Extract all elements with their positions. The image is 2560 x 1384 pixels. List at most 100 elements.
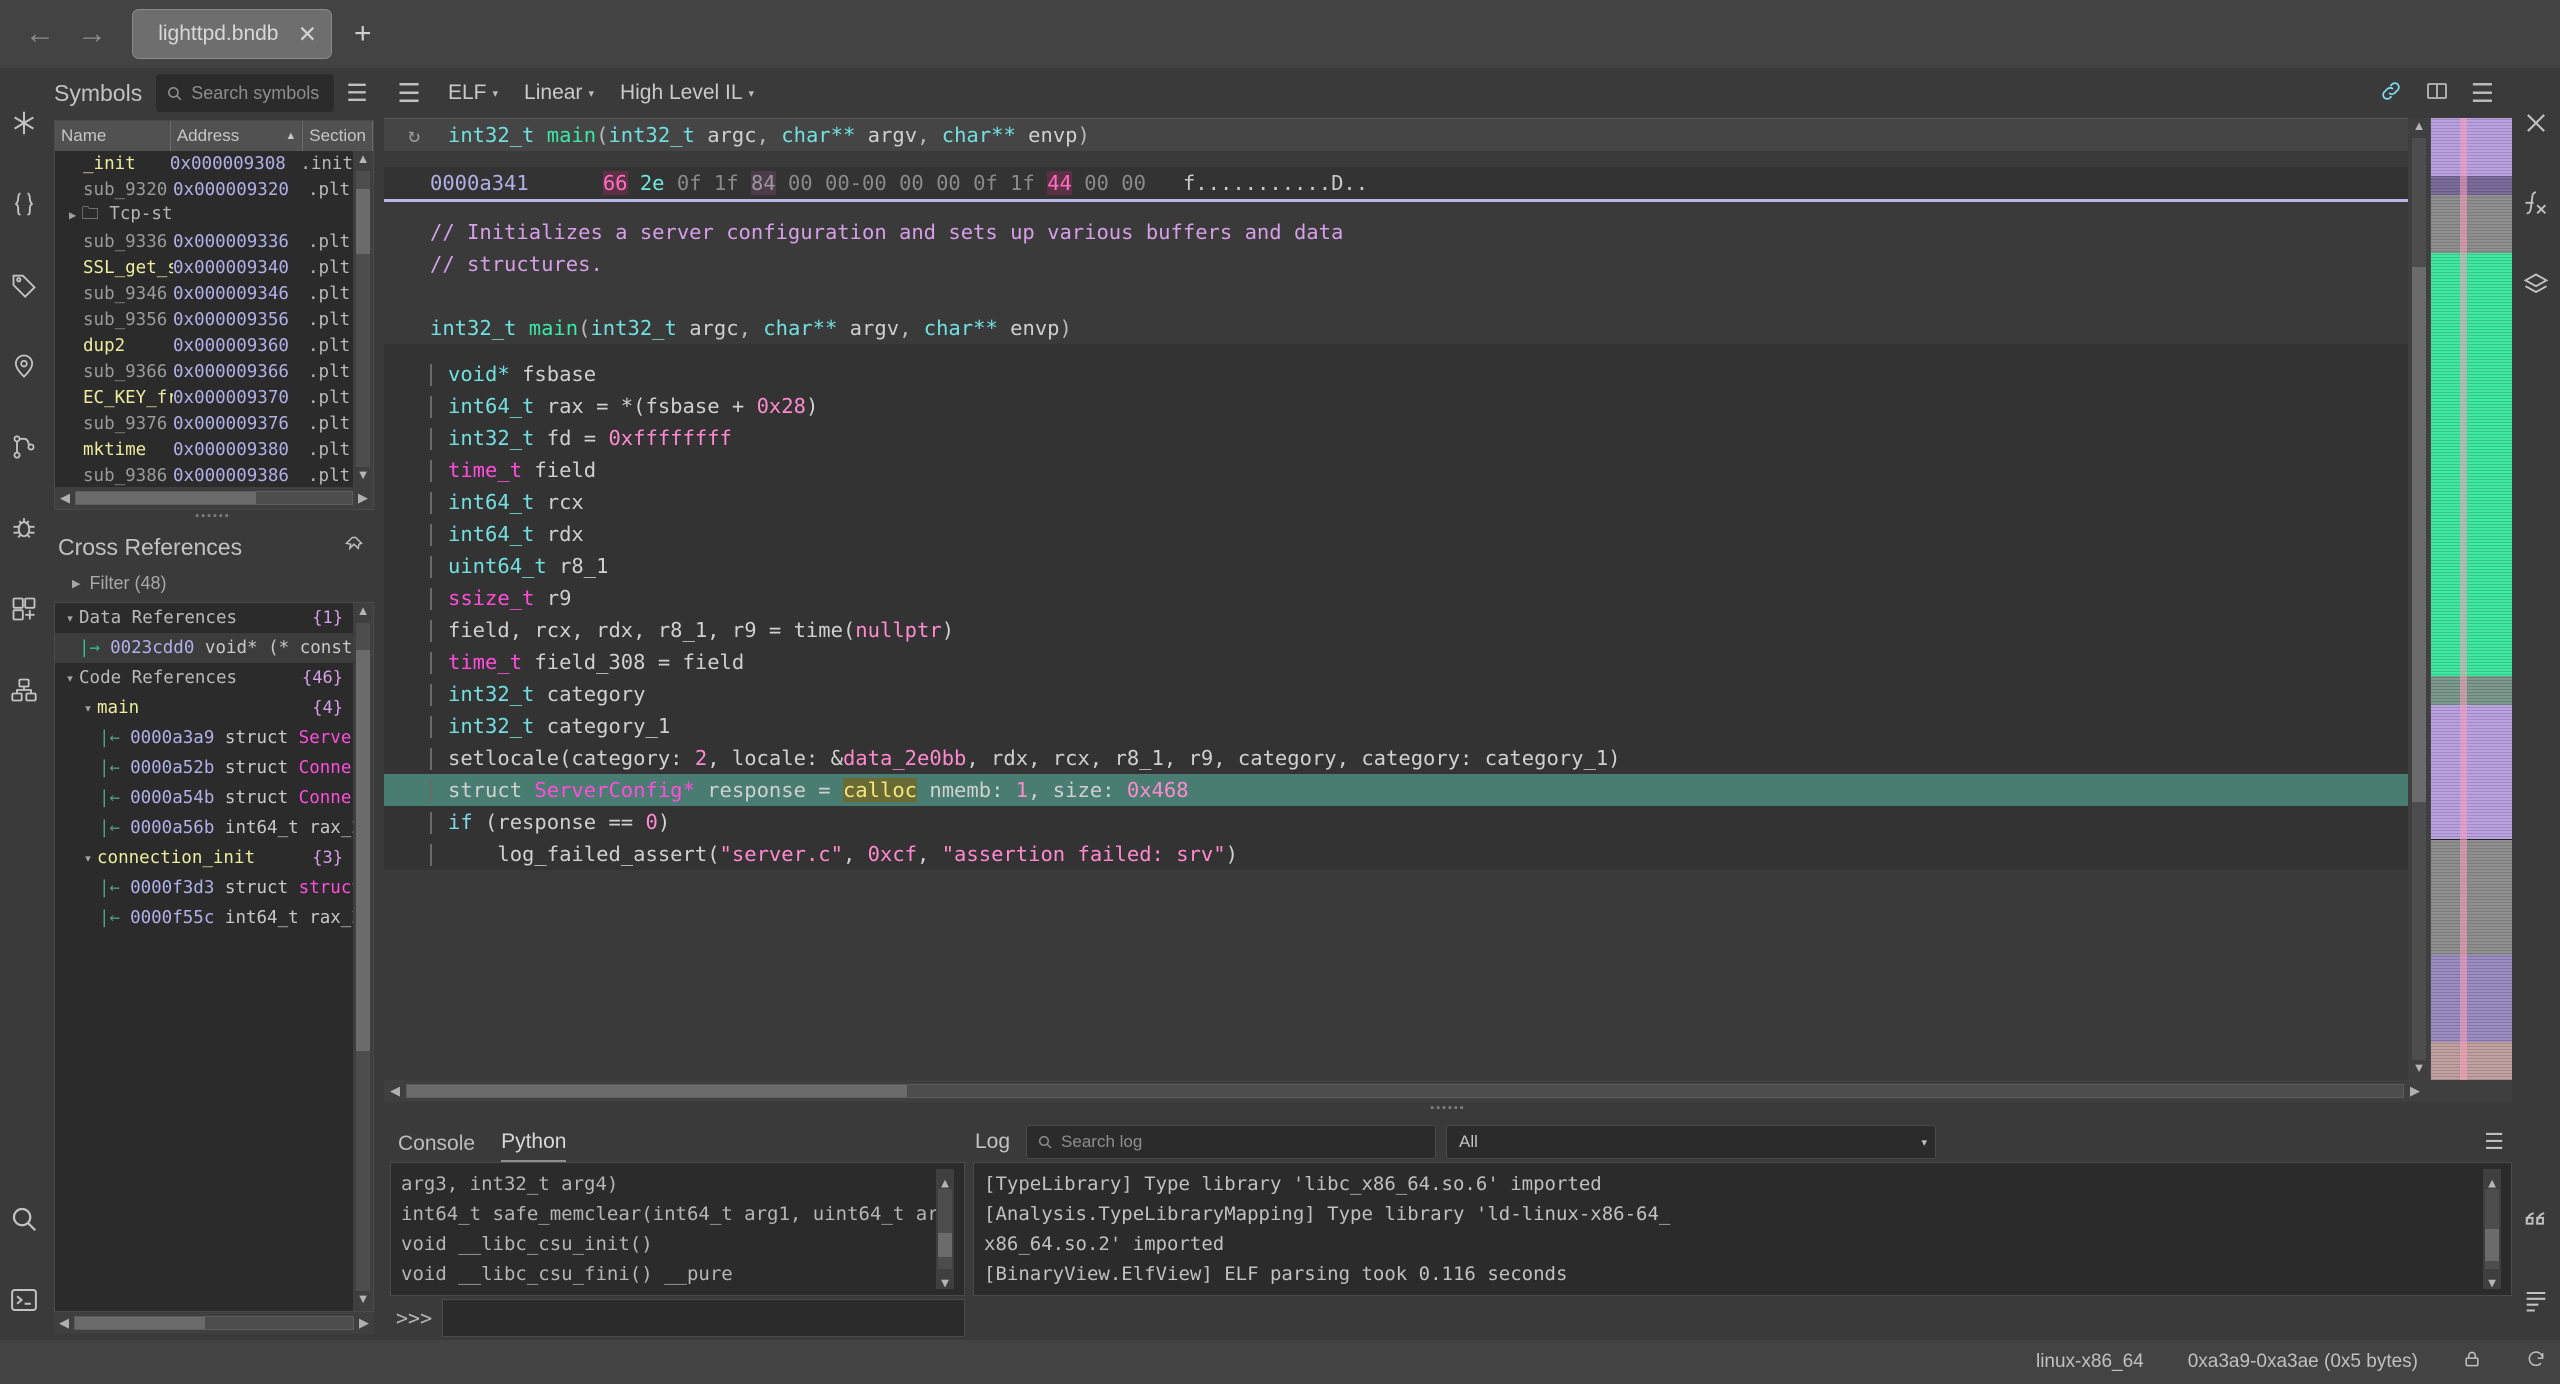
column-header-name[interactable]: Name bbox=[55, 121, 171, 151]
code-line-rcx[interactable]: int64_t rcx bbox=[384, 486, 2408, 518]
symbols-horizontal-scrollbar[interactable]: ◀ ▶ bbox=[55, 487, 373, 509]
code-line-rdx[interactable]: int64_t rdx bbox=[384, 518, 2408, 550]
console-output[interactable]: arg3, int32_t arg4) int64_t safe_memclea… bbox=[390, 1162, 965, 1296]
scroll-up-icon[interactable]: ▲ bbox=[2488, 1169, 2496, 1189]
asterisk-icon[interactable] bbox=[0, 82, 48, 163]
code-line-r9[interactable]: ssize_t r9 bbox=[384, 582, 2408, 614]
search-symbols-input[interactable]: Search symbols bbox=[156, 74, 334, 112]
layers-icon[interactable] bbox=[0, 568, 48, 649]
tag-icon[interactable] bbox=[0, 244, 48, 325]
scroll-left-icon[interactable]: ◀ bbox=[54, 1315, 74, 1331]
code-line-if-response[interactable]: if (response == 0) bbox=[384, 806, 2408, 838]
hscroll-thumb[interactable] bbox=[407, 1085, 907, 1097]
scroll-left-icon[interactable]: ◀ bbox=[55, 490, 75, 506]
table-row[interactable]: EC_KEY_fr…0x000009370.plt bbox=[55, 385, 353, 411]
column-header-address[interactable]: Address ▲ bbox=[171, 121, 303, 151]
scroll-thumb[interactable] bbox=[2412, 267, 2426, 802]
location-pin-icon[interactable] bbox=[0, 325, 48, 406]
table-row[interactable]: sub_93760x000009376.plt bbox=[55, 411, 353, 437]
scroll-left-icon[interactable]: ◀ bbox=[384, 1083, 406, 1099]
tab-console[interactable]: Console bbox=[398, 1132, 475, 1162]
split-pane-icon[interactable] bbox=[2425, 79, 2449, 108]
new-tab-icon[interactable]: + bbox=[354, 17, 372, 51]
xref-group-row[interactable]: ▾Code References{46} bbox=[55, 663, 353, 693]
table-row[interactable]: sub_93560x000009356.plt bbox=[55, 307, 353, 333]
table-row[interactable]: dup20x000009360.plt bbox=[55, 333, 353, 359]
scroll-right-icon[interactable]: ▶ bbox=[353, 490, 373, 506]
code-line-signature[interactable]: int32_t main(int32_t argc, char** argv, … bbox=[384, 312, 2408, 344]
tab-lighttpd-bndb[interactable]: lighttpd.bndb ✕ bbox=[132, 9, 332, 59]
scroll-up-icon[interactable]: ▲ bbox=[357, 151, 370, 171]
hscroll-thumb[interactable] bbox=[76, 492, 256, 504]
scroll-thumb[interactable] bbox=[356, 650, 370, 1051]
code-line-r8[interactable]: uint64_t r8_1 bbox=[384, 550, 2408, 582]
xref-function-row[interactable]: ▾connection_init{3} bbox=[55, 843, 353, 873]
log-output[interactable]: [TypeLibrary] Type library 'libc_x86_64.… bbox=[973, 1162, 2512, 1296]
list-item[interactable]: |←0000a52b struct Connection* bbox=[55, 753, 353, 783]
table-row[interactable]: mktime0x000009380.plt bbox=[55, 437, 353, 463]
code-line-time-call[interactable]: field, rcx, rdx, r8_1, r9 = time(nullptr… bbox=[384, 614, 2408, 646]
scroll-up-icon[interactable]: ▲ bbox=[357, 603, 370, 623]
structure-icon[interactable] bbox=[0, 649, 48, 730]
panel-resize-grip[interactable]: ▪▪▪▪▪▪ bbox=[48, 510, 378, 524]
lock-icon[interactable] bbox=[2462, 1349, 2482, 1375]
scroll-thumb[interactable] bbox=[938, 1233, 952, 1257]
bug-icon[interactable] bbox=[0, 487, 48, 568]
table-row[interactable]: _init0x000009308.init bbox=[55, 151, 353, 177]
list-item[interactable]: |←0000a54b struct Connection* bbox=[55, 783, 353, 813]
list-item[interactable]: |←0000a3a9 struct ServerConfig bbox=[55, 723, 353, 753]
list-item[interactable]: |←0000f55c int64_t rax_27 = ca bbox=[55, 903, 353, 933]
search-icon[interactable] bbox=[0, 1178, 48, 1259]
back-icon[interactable]: ← bbox=[14, 8, 66, 60]
scroll-down-icon[interactable]: ▼ bbox=[941, 1269, 949, 1289]
quote-icon[interactable] bbox=[2512, 1178, 2560, 1259]
code-line-field308[interactable]: time_t field_308 = field bbox=[384, 646, 2408, 678]
table-row[interactable]: SSL_get_s…0x000009340.plt bbox=[55, 255, 353, 281]
code-vertical-scrollbar[interactable]: ▲ ▼ bbox=[2408, 118, 2430, 1080]
symbols-row-list[interactable]: _init0x000009308.initsub_93200x000009320… bbox=[55, 151, 353, 487]
hscroll-thumb[interactable] bbox=[75, 1317, 205, 1329]
code-line-category1[interactable]: int32_t category_1 bbox=[384, 710, 2408, 742]
branch-icon[interactable] bbox=[0, 406, 48, 487]
scroll-track[interactable] bbox=[2485, 1189, 2499, 1269]
hscroll-track[interactable] bbox=[406, 1084, 2404, 1098]
scroll-thumb[interactable] bbox=[2485, 1229, 2499, 1261]
scroll-right-icon[interactable]: ▶ bbox=[2404, 1083, 2426, 1099]
console-vertical-scrollbar[interactable]: ▲ ▼ bbox=[936, 1169, 954, 1289]
code-line-log-assert[interactable]: log_failed_assert("server.c", 0xcf, "ass… bbox=[384, 838, 2408, 870]
lines-icon[interactable] bbox=[2512, 1259, 2560, 1340]
code-horizontal-scrollbar[interactable]: ◀ ▶ bbox=[384, 1080, 2512, 1102]
pin-icon[interactable] bbox=[344, 535, 364, 560]
hamburger-icon[interactable]: ☰ bbox=[344, 79, 370, 108]
log-search-input[interactable]: Search log bbox=[1026, 1125, 1436, 1159]
scroll-down-icon[interactable]: ▼ bbox=[2413, 1060, 2426, 1080]
symbols-vertical-scrollbar[interactable]: ▲ ▼ bbox=[353, 151, 373, 487]
table-row[interactable]: sub_93460x000009346.plt bbox=[55, 281, 353, 307]
console-input[interactable] bbox=[442, 1299, 965, 1337]
console-resize-grip[interactable]: ▪▪▪▪▪▪ bbox=[384, 1102, 2512, 1116]
xref-group-row[interactable]: ▾Data References{1} bbox=[55, 603, 353, 633]
list-item[interactable]: |←0000a56b int64_t rax_25 = ca bbox=[55, 813, 353, 843]
tab-python[interactable]: Python bbox=[501, 1130, 566, 1162]
minimap-viewport-indicator[interactable] bbox=[2460, 118, 2467, 1080]
xref-function-row[interactable]: ▾main{4} bbox=[55, 693, 353, 723]
log-level-select[interactable]: All ▾ bbox=[1446, 1125, 1936, 1159]
scroll-track[interactable] bbox=[356, 171, 370, 467]
column-header-section[interactable]: Section bbox=[303, 121, 373, 151]
close-x-icon[interactable] bbox=[2512, 82, 2560, 163]
chevron-down-icon[interactable]: ▾ bbox=[79, 702, 97, 715]
code-view[interactable]: ↻int32_t main(int32_t argc, char** argv,… bbox=[384, 118, 2408, 1080]
table-row[interactable]: sub_93200x000009320.plt bbox=[55, 177, 353, 203]
xrefs-filter[interactable]: ▶ Filter (48) bbox=[48, 569, 378, 602]
braces-icon[interactable] bbox=[0, 163, 48, 244]
scroll-up-icon[interactable]: ▲ bbox=[941, 1169, 949, 1189]
list-item[interactable]: |←0000f3d3 struct struct_7* ra bbox=[55, 873, 353, 903]
xrefs-vertical-scrollbar[interactable]: ▲ ▼ bbox=[353, 603, 373, 1311]
hscroll-track[interactable] bbox=[74, 1316, 354, 1330]
hamburger-icon[interactable]: ☰ bbox=[396, 78, 422, 109]
log-vertical-scrollbar[interactable]: ▲ ▼ bbox=[2483, 1169, 2501, 1289]
scroll-right-icon[interactable]: ▶ bbox=[354, 1315, 374, 1331]
scroll-track[interactable] bbox=[938, 1189, 952, 1269]
sync-icon[interactable] bbox=[2526, 1349, 2546, 1375]
code-line-rax[interactable]: int64_t rax = *(fsbase + 0x28) bbox=[384, 390, 2408, 422]
